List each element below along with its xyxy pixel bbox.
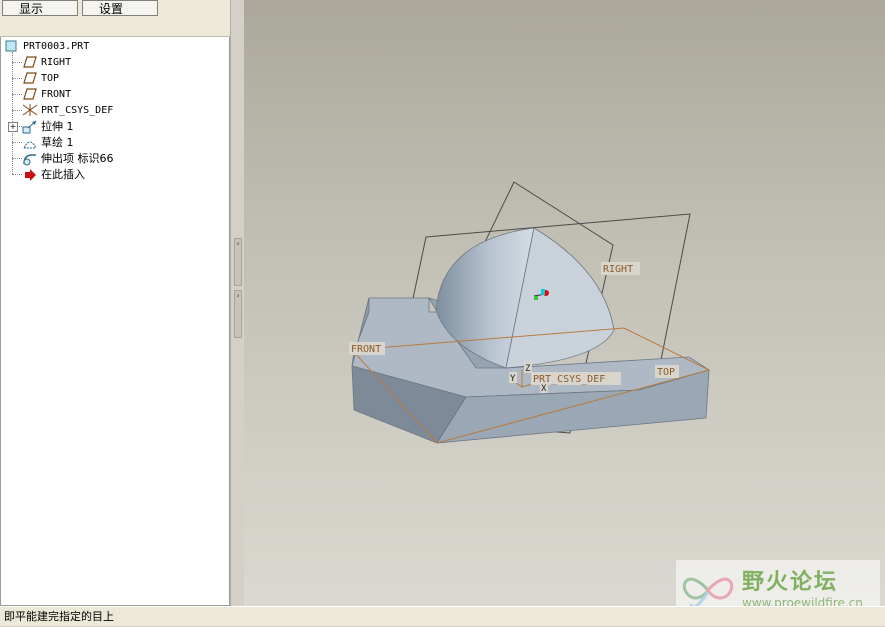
datum-tag-right[interactable]: RIGHT xyxy=(603,264,633,275)
tree-item-root[interactable]: PRT0003.PRT xyxy=(4,39,89,55)
settings-menu-button[interactable]: 设置 (G)▼ xyxy=(82,0,158,32)
tree-header-strip xyxy=(0,18,230,37)
tree-item-label: PRT0003.PRT xyxy=(23,41,90,52)
forum-watermark: 野火论坛 www.proewildfire.cn xyxy=(676,560,880,606)
graphics-viewport[interactable]: RIGHT FRONT TOP PRT_CSYS_DEF Z Y X 野火论坛 … xyxy=(244,0,885,606)
tree-item-right[interactable]: RIGHT xyxy=(22,55,71,71)
axis-tag-z: Z xyxy=(525,364,531,374)
tree-item-label: PRT_CSYS_DEF xyxy=(41,105,114,116)
collapse-left-icon[interactable]: ‹ xyxy=(234,238,242,286)
tree-connector xyxy=(12,158,22,159)
datum-plane-icon xyxy=(22,55,38,69)
coordinate-system-icon xyxy=(22,103,38,117)
protrusion-icon xyxy=(22,152,38,166)
tree-connector xyxy=(12,174,22,175)
datum-plane-icon xyxy=(22,71,38,85)
datum-tag-top[interactable]: TOP xyxy=(657,367,675,378)
view-center-axis-z xyxy=(541,289,545,295)
tree-connector xyxy=(12,94,22,95)
tree-item-label: 在此插入 xyxy=(41,168,85,181)
insert-here-arrow-icon xyxy=(22,168,38,182)
tree-item-protrusion[interactable]: 伸出项 标识66 xyxy=(22,151,114,167)
tree-connector xyxy=(12,62,22,63)
model-tree-panel: 显示 (D)▼ 设置 (G)▼ PRT0003.PRT RIGHT xyxy=(0,0,230,606)
tree-item-front[interactable]: FRONT xyxy=(22,87,71,103)
tree-item-sketch[interactable]: 草绘 1 xyxy=(22,135,74,151)
datum-tag-front[interactable]: FRONT xyxy=(351,344,381,355)
tree-connector xyxy=(12,52,13,174)
tree-item-extrude[interactable]: 拉伸 1 xyxy=(22,119,74,135)
datum-plane-icon xyxy=(22,87,38,101)
part-icon xyxy=(4,39,20,53)
view-center-axis-y xyxy=(534,296,538,300)
butterfly-logo-icon xyxy=(682,577,734,606)
extrude-icon xyxy=(22,120,38,134)
tree-item-top[interactable]: TOP xyxy=(22,71,59,87)
tree-item-csys[interactable]: PRT_CSYS_DEF xyxy=(22,103,113,119)
tree-item-insert-here[interactable]: 在此插入 xyxy=(22,167,85,183)
tree-connector xyxy=(12,110,22,111)
tree-item-label: 草绘 1 xyxy=(41,136,74,149)
tree-connector xyxy=(12,142,22,143)
tree-item-label: RIGHT xyxy=(41,57,72,68)
tree-item-label: 伸出项 标识66 xyxy=(41,152,114,165)
tree-item-label: 拉伸 1 xyxy=(41,120,74,133)
sketch-icon xyxy=(22,136,38,150)
model-tree[interactable]: PRT0003.PRT RIGHT TOP FRONT PRT_CSYS_DEF… xyxy=(0,37,230,606)
status-bar: 即平能建完指定的目上 xyxy=(0,606,885,626)
show-menu-button[interactable]: 显示 (D)▼ xyxy=(2,0,78,32)
model-3d-view: RIGHT FRONT TOP PRT_CSYS_DEF Z Y X xyxy=(349,181,711,444)
watermark-title: 野火论坛 xyxy=(742,570,839,595)
axis-tag-x: X xyxy=(541,384,547,394)
model-tree-toolbar: 显示 (D)▼ 设置 (G)▼ xyxy=(0,0,230,32)
expand-right-icon[interactable]: › xyxy=(234,290,242,338)
tree-item-label: TOP xyxy=(41,73,60,84)
expand-toggle-icon[interactable]: + xyxy=(8,122,18,132)
tree-connector xyxy=(12,78,22,79)
watermark-url: www.proewildfire.cn xyxy=(742,596,863,606)
tree-item-label: FRONT xyxy=(41,89,72,100)
axis-tag-y: Y xyxy=(510,374,516,384)
status-message: 即平能建完指定的目上 xyxy=(4,610,114,623)
